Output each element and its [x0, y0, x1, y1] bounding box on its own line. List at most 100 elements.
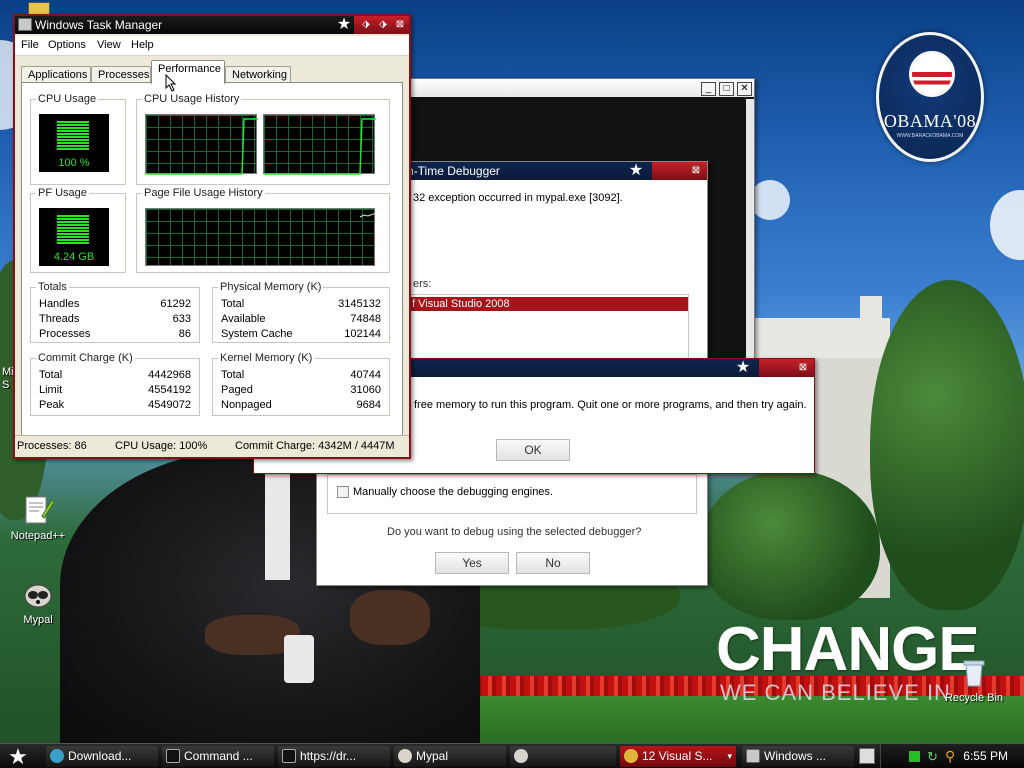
memerr-message: free memory to run this program. Quit on… [414, 399, 807, 411]
manual-engines-label: Manually choose the debugging engines. [353, 486, 553, 498]
stat-key: Paged [221, 384, 253, 396]
taskbar-item-https[interactable]: https://dr... [278, 746, 390, 767]
stat-commit-total: Total 4442968 [39, 369, 191, 383]
stat-value: 61292 [160, 298, 191, 310]
slogan-main: CHANGE [716, 615, 980, 684]
console-icon [282, 749, 296, 763]
totals-group: Totals Handles 61292 Threads 633 Processes… [30, 281, 200, 343]
pf-history-graph [145, 208, 376, 266]
stat-kernel-paged: Paged 31060 [221, 384, 381, 398]
console-titlebar[interactable]: _ □ ✕ [411, 79, 754, 97]
logo-subtitle: WWW.BARACKOBAMA.COM [896, 133, 964, 139]
performance-panel: CPU Usage 100 % CPU Usage History PF Usa… [21, 82, 403, 437]
stat-phys-available: Available 74848 [221, 313, 381, 327]
manual-engines-checkbox[interactable] [337, 486, 349, 498]
stat-kernel-total: Total 40744 [221, 369, 381, 383]
star-icon: ★ [735, 359, 751, 376]
kernel-memory-group: Kernel Memory (K) Total 40744 Paged 31060 … [212, 352, 390, 416]
taskmgr-title: Windows Task Manager [35, 18, 163, 32]
star-icon: ★ [336, 16, 352, 33]
clock: 6:55 PM [963, 749, 1008, 763]
mouse-cursor-icon [165, 74, 177, 92]
stat-value: 31060 [350, 384, 381, 396]
minimize-button[interactable]: ⬗ [359, 18, 373, 32]
status-cpu: CPU Usage: 100% [115, 440, 208, 452]
pf-usage-group: PF Usage 4.24 GB [30, 187, 126, 273]
tree [870, 280, 1024, 610]
menu-bar: File Options View Help [15, 36, 409, 56]
desktop-icon-label: Recycle Bin [944, 692, 1004, 704]
white-house-cupola [860, 296, 882, 322]
tab-performance[interactable]: Performance [151, 60, 225, 84]
desktop-icon-mypal[interactable]: Mypal [6, 578, 70, 626]
stat-value: 102144 [344, 328, 381, 340]
stat-key: Peak [39, 399, 65, 411]
cpu-history-graph-core1 [145, 114, 258, 175]
stat-key: Processes [39, 328, 91, 340]
close-button[interactable]: ✕ [737, 82, 752, 96]
tree [700, 470, 880, 620]
system-tray: ↻ ⚲ 6:55 PM [859, 744, 1024, 768]
stat-kernel-nonpaged: Nonpaged 9684 [221, 399, 381, 413]
star-icon: ★ [628, 162, 644, 179]
taskbar-item-mypal[interactable]: Mypal [394, 746, 506, 767]
jit-message: 32 exception occurred in mypal.exe [3092… [413, 192, 623, 204]
keyboard-icon[interactable] [859, 748, 875, 764]
stat-commit-limit: Limit 4554192 [39, 384, 191, 398]
close-button[interactable]: ⊠ [393, 18, 407, 32]
stat-handles: Handles 61292 [39, 298, 191, 312]
taskbar-item-label: https://dr... [300, 749, 357, 763]
cuff [284, 635, 314, 683]
taskmgr-titlebar[interactable]: Windows Task Manager ★ ⬗ ⬗ ⊠ [15, 16, 409, 34]
maximize-button[interactable]: ⬗ [376, 18, 390, 32]
refresh-icon[interactable]: ↻ [927, 749, 938, 765]
menu-view[interactable]: View [97, 39, 121, 51]
pf-history-label: Page File Usage History [142, 187, 265, 199]
recycle-bin-icon [958, 656, 990, 688]
taskbar-item-label: Download... [68, 749, 132, 763]
notepadpp-icon [22, 494, 55, 526]
cpu-usage-value: 100 % [58, 157, 90, 169]
cpu-usage-group: CPU Usage 100 % [30, 93, 126, 185]
status-bar: Processes: 86 CPU Usage: 100% Commit Cha… [15, 435, 409, 457]
physical-memory-label: Physical Memory (K) [218, 281, 324, 293]
no-button[interactable]: No [516, 552, 590, 574]
menu-file[interactable]: File [21, 39, 39, 51]
search-icon[interactable]: ⚲ [945, 748, 955, 765]
stat-value: 9684 [356, 399, 381, 411]
cloud [990, 190, 1024, 260]
jit-list-label: ers: [413, 278, 432, 290]
desktop-icon-recycle-bin[interactable]: Recycle Bin [942, 656, 1006, 704]
hand [350, 590, 430, 645]
taskbar-item-command[interactable]: Command ... [162, 746, 274, 767]
pf-usage-value: 4.24 GB [53, 251, 95, 263]
taskbar-item-visual-studio[interactable]: 12 Visual S... ▾ [620, 746, 736, 767]
task-manager-icon [746, 749, 760, 763]
stat-commit-peak: Peak 4549072 [39, 399, 191, 413]
menu-options[interactable]: Options [48, 39, 86, 51]
menu-help[interactable]: Help [131, 39, 154, 51]
maximize-button[interactable]: □ [719, 82, 734, 96]
shirt [265, 460, 290, 580]
physical-memory-group: Physical Memory (K) Total 3145132 Availab… [212, 281, 390, 343]
stat-value: 74848 [350, 313, 381, 325]
status-commit: Commit Charge: 4342M / 4447M [235, 440, 395, 452]
stat-key: Total [39, 369, 63, 381]
close-button[interactable]: ⊠ [796, 361, 810, 375]
taskbar-item-windows[interactable]: Windows ... [742, 746, 854, 767]
taskbar-item-download[interactable]: Download... [46, 746, 158, 767]
minimize-button[interactable]: _ [701, 82, 716, 96]
ok-button[interactable]: OK [496, 439, 570, 461]
yes-button[interactable]: Yes [435, 552, 509, 574]
taskbar-item-mypal-2[interactable] [510, 746, 616, 767]
visual-studio-icon [624, 749, 638, 763]
stat-key: Threads [39, 313, 80, 325]
commit-charge-label: Commit Charge (K) [36, 352, 135, 364]
start-button[interactable]: ★ [0, 744, 36, 768]
close-button[interactable]: ⊠ [689, 164, 703, 178]
network-status-icon[interactable] [909, 751, 920, 762]
mypal-icon [22, 578, 54, 610]
cpu-usage-label: CPU Usage [36, 93, 99, 105]
task-manager-window[interactable]: Windows Task Manager ★ ⬗ ⬗ ⊠ File Option… [13, 14, 411, 459]
desktop-icon-notepadpp[interactable]: Notepad++ [6, 494, 70, 542]
